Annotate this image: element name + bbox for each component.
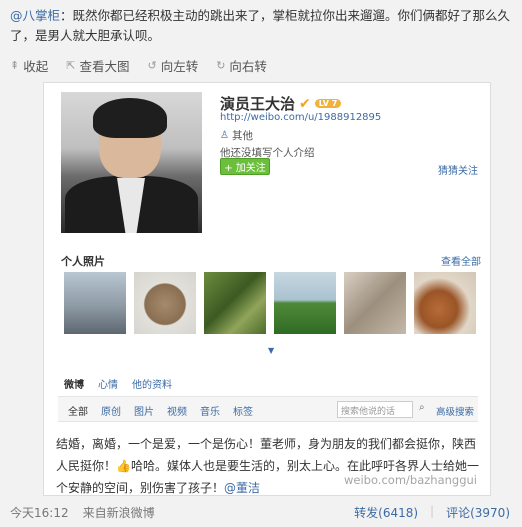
post-author-link[interactable]: @八掌柜 (10, 8, 60, 23)
photo-thumbnail[interactable] (204, 272, 266, 334)
follow-button[interactable]: + 加关注 (220, 158, 270, 175)
tab-mood[interactable]: 心情 (98, 376, 118, 391)
filter-all[interactable]: 全部 (68, 403, 88, 418)
photo-thumbnail[interactable] (414, 272, 476, 334)
divider: | (430, 504, 435, 518)
profile-name-text: 演员王大治 (220, 95, 296, 113)
photo-thumbnail[interactable] (274, 272, 336, 334)
view-large-button[interactable]: ⇱ 查看大图 (66, 56, 129, 75)
rotate-right-button[interactable]: ↻ 向右转 (216, 56, 267, 75)
avatar-hair (93, 98, 167, 138)
post-meta: 今天16:12 来自新浪微博 (10, 504, 155, 521)
watermark: weibo.com/bazhanggui (344, 473, 477, 487)
rotate-left-label: 向左转 (160, 59, 199, 74)
filter-bar: 全部 原创 图片 视频 音乐 标签 搜索他说的话 ⌕ 高级搜索 (58, 396, 478, 422)
user-icon: ♙ (220, 130, 229, 141)
rotate-right-icon: ↻ (216, 59, 226, 72)
profile-tabs: 微博 心情 他的资料 (64, 376, 172, 391)
comment-button[interactable]: 评论(3970) (446, 504, 510, 521)
photo-strip (64, 272, 476, 334)
gender-label: 其他 (231, 130, 253, 142)
filter-images[interactable]: 图片 (134, 403, 154, 418)
filter-video[interactable]: 视频 (167, 403, 187, 418)
collapse-button[interactable]: ⇞ 收起 (10, 56, 48, 75)
level-badge: LV 7 (314, 99, 342, 108)
detail-link[interactable]: 猜猜关注 (438, 162, 478, 177)
profile-url[interactable]: http://weibo.com/u/1988912895 (220, 112, 381, 123)
advanced-search-link[interactable]: 高级搜索 (436, 404, 474, 418)
tab-weibo[interactable]: 微博 (64, 376, 84, 391)
screenshot-image[interactable]: 演员王大治 ✔ LV 7 http://weibo.com/u/19889128… (43, 82, 491, 496)
photo-thumbnail[interactable] (134, 272, 196, 334)
post-text: @八掌柜：既然你都已经积极主动的跳出来了，掌柜就拉你出来遛遛。你们俩都好了那么久… (10, 6, 514, 46)
arrow-up-icon: ⇞ (10, 59, 20, 72)
search-icon[interactable]: ⌕ (419, 402, 425, 413)
mention-link[interactable]: @董洁 (224, 481, 260, 495)
repost-button[interactable]: 转发(6418) (354, 504, 418, 521)
image-toolbar: ⇞ 收起 ⇱ 查看大图 ↺ 向左转 ↻ 向右转 (10, 56, 267, 75)
view-large-label: 查看大图 (79, 59, 130, 74)
filter-music[interactable]: 音乐 (200, 403, 220, 418)
profile-avatar[interactable] (61, 92, 202, 233)
post-time[interactable]: 今天16:12 (10, 504, 69, 521)
verified-icon: ✔ (299, 95, 311, 112)
rotate-left-icon: ↺ (147, 59, 157, 72)
profile-gender: ♙ 其他 (220, 128, 253, 143)
photo-thumbnail[interactable] (344, 272, 406, 334)
profile-name: 演员王大治 ✔ LV 7 (220, 93, 342, 114)
photo-thumbnail[interactable] (64, 272, 126, 334)
photos-more-link[interactable]: 查看全部 (441, 253, 481, 268)
post-source[interactable]: 来自新浪微博 (83, 504, 155, 521)
post-body: ：既然你都已经积极主动的跳出来了，掌柜就拉你出来遛遛。你们俩都好了那么久了，是男… (10, 8, 511, 43)
rotate-left-button[interactable]: ↺ 向左转 (147, 56, 198, 75)
collapse-label: 收起 (23, 59, 49, 74)
tab-profile-info[interactable]: 他的资料 (132, 376, 172, 391)
external-icon: ⇱ (66, 59, 76, 72)
post-actions: 转发(6418) | 评论(3970) (354, 504, 510, 521)
search-input[interactable]: 搜索他说的话 (337, 401, 413, 418)
expand-caret-icon[interactable]: ▼ (268, 346, 274, 355)
rotate-right-label: 向右转 (229, 59, 267, 74)
filter-tags[interactable]: 标签 (233, 403, 253, 418)
photos-title: 个人照片 (61, 255, 105, 268)
filter-original[interactable]: 原创 (101, 403, 121, 418)
